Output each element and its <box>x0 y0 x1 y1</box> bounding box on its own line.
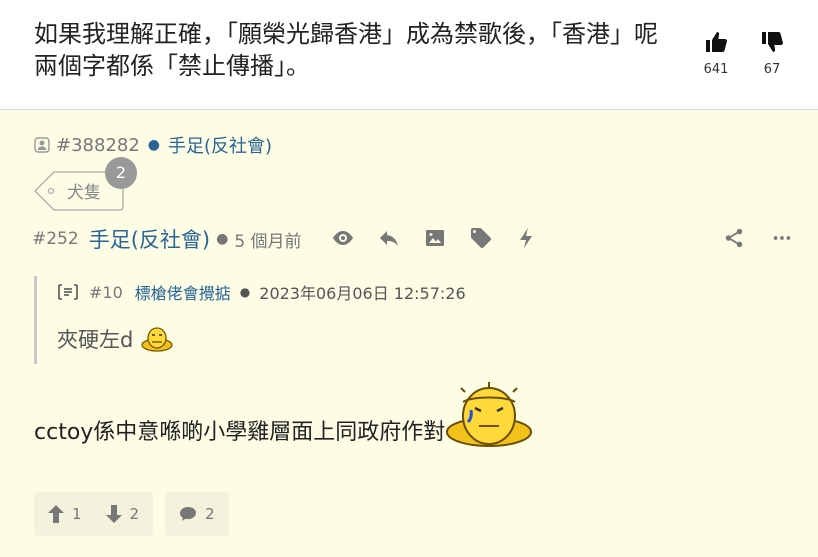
quote-header: 如果我理解正確，「願榮光歸香港」成為禁歌後，「香港」呢兩個字都係「禁止傳播」。 … <box>0 0 818 110</box>
quoted-thread-text: 如果我理解正確，「願榮光歸香港」成為禁歌後，「香港」呢兩個字都係「禁止傳播」。 <box>34 20 658 80</box>
downvote-count: 2 <box>129 505 140 523</box>
upvote-count: 1 <box>72 505 82 523</box>
upvote-button[interactable]: 1 2 <box>34 492 154 536</box>
replies-button[interactable]: 2 <box>165 492 229 536</box>
tag-button[interactable] <box>458 224 504 252</box>
share-icon <box>725 228 743 248</box>
quoted-body: 夾硬左d <box>57 324 173 354</box>
view-button[interactable] <box>320 224 366 252</box>
thread-author-name[interactable]: 手足(反社會) <box>168 132 272 158</box>
like-count: 641 <box>703 62 729 77</box>
reply-button[interactable] <box>366 224 412 252</box>
quoted-reply: #10 標槍佬會攪掂 ● 2023年06月06日 12:57:26 夾硬左d <box>34 276 774 364</box>
quoted-text: 夾硬左d <box>57 328 134 352</box>
thumbs-up-icon <box>706 32 727 52</box>
image-button[interactable] <box>412 224 458 252</box>
post-actions-right <box>710 224 806 252</box>
separator-dot: ● <box>147 137 161 153</box>
tag-label: 犬隻 <box>67 183 101 203</box>
separator-dot: ● <box>239 285 251 299</box>
reply-meta: #252 手足(反社會) ● 5 個月前 <box>32 224 302 254</box>
arrow-up-icon <box>48 505 64 523</box>
emoticon-large-icon <box>446 382 533 447</box>
more-button[interactable] <box>758 224 806 252</box>
tag-icon <box>471 228 491 248</box>
emoticon-small-icon <box>141 327 173 352</box>
post-text: cctoy係中意喺啲小學雞層面上同政府作對 <box>34 420 446 445</box>
quoted-reply-meta: #10 標槍佬會攪掂 ● 2023年06月06日 12:57:26 <box>57 280 466 304</box>
post-footer-actions: 1 2 2 <box>34 492 241 536</box>
thread-post-id[interactable]: #388282 <box>56 135 140 156</box>
reply-count: 2 <box>205 505 215 523</box>
arrow-down-icon[interactable] <box>105 505 122 523</box>
like-button[interactable]: 641 <box>696 30 736 77</box>
tag-chip[interactable]: 犬隻 2 <box>34 157 137 211</box>
more-icon <box>773 236 791 240</box>
reply-author-name[interactable]: 手足(反社會) <box>89 224 210 254</box>
quote-icon <box>58 284 78 300</box>
share-button[interactable] <box>710 224 758 252</box>
image-icon <box>426 230 444 246</box>
quoted-post-id[interactable]: #10 <box>89 283 123 302</box>
thread-author-line: #388282 ● 手足(反社會) <box>34 132 272 158</box>
boost-button[interactable] <box>504 224 550 252</box>
reply-post-id[interactable]: #252 <box>32 229 79 249</box>
dislike-count: 67 <box>763 62 781 77</box>
tag-count-badge: 2 <box>105 157 137 189</box>
dislike-button[interactable]: 67 <box>752 30 792 77</box>
reply-time: 5 個月前 <box>234 231 302 252</box>
eye-icon <box>333 231 353 245</box>
post-body: cctoy係中意喺啲小學雞層面上同政府作對 <box>34 380 533 450</box>
separator-dot: ● <box>216 231 229 247</box>
post-toolbar <box>320 224 550 252</box>
comment-icon <box>180 507 197 521</box>
reply-icon <box>380 231 398 246</box>
quoted-author-name[interactable]: 標槍佬會攪掂 <box>135 280 231 304</box>
bolt-icon <box>520 228 532 248</box>
quoted-time: 2023年06月06日 12:57:26 <box>259 284 466 303</box>
person-icon <box>34 137 50 153</box>
thumbs-down-icon <box>762 32 783 52</box>
